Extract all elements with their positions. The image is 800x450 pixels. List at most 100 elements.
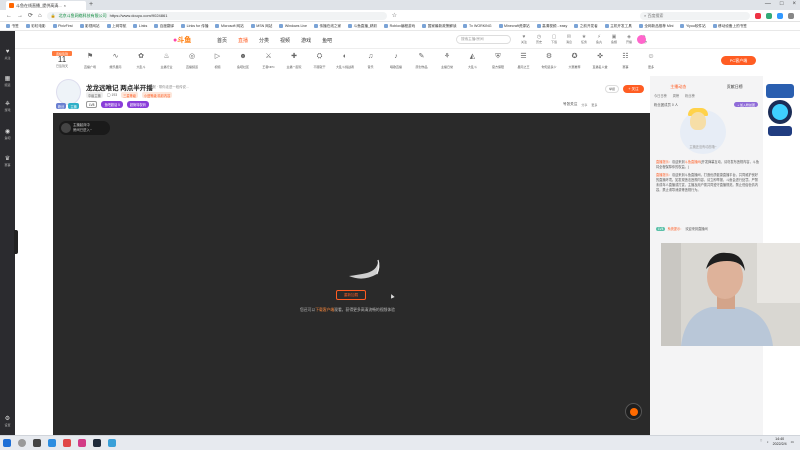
bookmark-item[interactable]: 国家最新政策解读 <box>422 24 456 29</box>
category-item[interactable]: ✜ 直播名人堂 <box>589 52 611 70</box>
extension-icon[interactable] <box>766 12 772 19</box>
category-item[interactable]: ✪ 大赛推荐 <box>564 52 586 70</box>
fans-level-pill[interactable]: LV8 <box>86 101 98 108</box>
room-tag[interactable]: 三星等级 <box>121 92 138 98</box>
category-item[interactable]: ✚ 主播一起玩 <box>283 52 305 70</box>
follow-button[interactable]: + 关注 <box>623 85 644 93</box>
header-icon-button[interactable]: ♥ 关注 <box>518 34 530 44</box>
nav-item[interactable]: 分类 <box>259 37 269 44</box>
bookmark-item[interactable]: 书签 <box>6 24 19 29</box>
tab-anchor-feed[interactable]: 主播动态 <box>670 84 686 90</box>
category-item[interactable]: ◭ 大乱斗 <box>462 52 484 70</box>
join-fan-club-button[interactable]: + 加入粉丝团 <box>734 102 758 107</box>
category-item[interactable]: ∿ 娱乐星际 <box>105 52 127 70</box>
back-icon[interactable]: ← <box>6 13 12 19</box>
menu-icon[interactable] <box>788 12 794 19</box>
rail-item[interactable]: ♛ 赛事 <box>0 156 15 170</box>
network-icon[interactable]: ⌔ <box>759 439 762 444</box>
rail-item[interactable]: ⚙ 设置 <box>0 416 15 430</box>
user-avatar[interactable] <box>637 35 646 44</box>
floating-event-icon[interactable] <box>764 82 796 138</box>
yuba-badge[interactable]: 鱼吧超话 5 <box>101 101 123 108</box>
category-item[interactable]: ⚑ 直播广场 <box>79 52 101 70</box>
forward-icon[interactable]: → <box>17 13 23 19</box>
maximize-icon[interactable]: □ <box>780 1 784 7</box>
search-icon[interactable] <box>18 439 26 447</box>
browser-search-box[interactable]: ⌕ 百度搜索 <box>640 11 750 20</box>
header-icon-button[interactable]: ⚡ 鱼丸 <box>593 34 605 44</box>
browser-tab[interactable]: 斗鱼在线直播_提供高清... × <box>6 1 86 10</box>
download-client-link[interactable]: 下载客户端 <box>315 308 334 312</box>
rail-item[interactable]: ▦ 频道 <box>0 76 15 90</box>
header-icon-button[interactable]: ▢ 下载 <box>548 34 560 44</box>
category-item[interactable]: ♫ 音乐 <box>360 52 382 70</box>
category-item[interactable]: ✿ 大乱斗 <box>130 52 152 70</box>
header-icon-button[interactable]: ✉ 消息 <box>563 34 575 44</box>
task-view-icon[interactable] <box>33 439 41 447</box>
nav-item[interactable]: 鱼吧 <box>322 37 332 44</box>
checkin-box[interactable]: 连续签到 11 已签到天 <box>52 51 72 72</box>
share-button[interactable]: 分享 <box>581 103 587 107</box>
category-item[interactable]: ☺ 更多 <box>640 52 662 70</box>
rank-tab[interactable]: 今日日榜 <box>654 93 667 98</box>
category-item[interactable]: ☰ 星际之王 <box>513 52 535 70</box>
app-icon[interactable] <box>108 439 116 447</box>
bookmark-item[interactable]: Tx WORKING <box>463 24 492 28</box>
header-icon-button[interactable]: ★ 任务 <box>578 34 590 44</box>
pc-client-button[interactable]: PC客户端 <box>721 56 756 65</box>
bookmark-item[interactable]: 全网新品推荐 Mini <box>638 24 673 29</box>
header-icon-button[interactable]: ◷ 历史 <box>533 34 545 44</box>
nav-item[interactable]: 首页 <box>217 37 227 44</box>
bookmark-item[interactable]: PixivFirst <box>52 24 73 28</box>
bookmark-item[interactable]: Links for 传播 <box>181 24 208 29</box>
bookmark-item[interactable]: 彩虹电影 <box>25 24 46 29</box>
home-icon[interactable]: ⌂ <box>38 13 42 19</box>
privilege-badge[interactable]: 超管特权码 <box>126 101 149 108</box>
category-item[interactable]: ◐ 大乱斗挑战者 <box>334 52 356 70</box>
nav-item[interactable]: 视频 <box>280 37 290 44</box>
category-item[interactable]: ♨ 主播行业 <box>156 52 178 70</box>
category-item[interactable]: ▷ 视频 <box>207 52 229 70</box>
new-tab-icon[interactable]: + <box>89 1 93 8</box>
rail-item[interactable]: ♥ 关注 <box>0 49 15 63</box>
category-item[interactable]: ⚘ 主播日常 <box>436 52 458 70</box>
notification-icon[interactable]: ▭ <box>791 440 794 444</box>
report-button[interactable]: 举报 <box>605 85 619 93</box>
bookmark-item[interactable]: 高清视频 - easy <box>536 24 567 29</box>
rail-item[interactable]: ◉ 鱼吧 <box>0 129 15 143</box>
reload-icon[interactable]: ⟳ <box>28 12 33 19</box>
reload-stream-button[interactable]: 重新加载 <box>336 290 366 300</box>
floating-yuba-icon[interactable] <box>625 403 642 420</box>
video-player[interactable]: 主播起床中 房间已进入~ 重新加载 您还可以下载客户端观看，获得更多高清流畅的视… <box>53 113 650 435</box>
rank-tab[interactable]: 周榜 <box>673 93 679 98</box>
bookmark-item[interactable]: 影视网站 <box>79 24 100 29</box>
bookmark-item[interactable]: 上网导航 <box>106 24 126 29</box>
room-tag[interactable]: 中级主播 <box>86 92 103 98</box>
category-item[interactable]: ☻ 鱼吧社区 <box>232 52 254 70</box>
bookmark-item[interactable]: Windows Live <box>279 24 307 28</box>
category-item[interactable]: ⛨ 官方保障 <box>487 52 509 70</box>
bookmark-item[interactable]: 传播在线之家 <box>314 24 341 29</box>
nav-item[interactable]: 游戏 <box>301 37 311 44</box>
close-tab-icon[interactable]: × <box>64 3 66 8</box>
app-icon[interactable] <box>63 439 71 447</box>
category-item[interactable]: ⚙ 你知道多少 <box>538 52 560 70</box>
category-item[interactable]: ⛭ 不服就干 <box>309 52 331 70</box>
douyu-logo[interactable]: ●斗鱼 <box>173 35 191 45</box>
bookmark-item[interactable]: 主机开发工具 <box>604 24 632 29</box>
minimize-icon[interactable]: — <box>765 1 771 7</box>
start-icon[interactable] <box>3 439 11 447</box>
bookmark-item[interactable]: Yiyou软件站 <box>680 24 706 29</box>
bookmark-item[interactable]: 之前开发者 <box>574 24 598 29</box>
room-tag[interactable]: 小盛等级 精彩内容 <box>141 92 173 98</box>
bookmark-item[interactable]: MSN 网站 <box>250 24 272 29</box>
category-item[interactable]: ✎ 原创作品 <box>411 52 433 70</box>
clock[interactable]: 14:40 2022/2/4 <box>773 437 787 446</box>
bookmark-item[interactable]: 百度翻译 <box>154 24 174 29</box>
category-item[interactable]: ⚔ 王者NPC <box>258 52 280 70</box>
steam-icon[interactable] <box>93 439 101 447</box>
extension-icon[interactable] <box>777 12 783 19</box>
category-item[interactable]: ♪ 唱歌直播 <box>385 52 407 70</box>
bookmark-item[interactable]: Links <box>133 24 147 28</box>
rank-tab[interactable]: 粉丝榜 <box>685 93 695 98</box>
